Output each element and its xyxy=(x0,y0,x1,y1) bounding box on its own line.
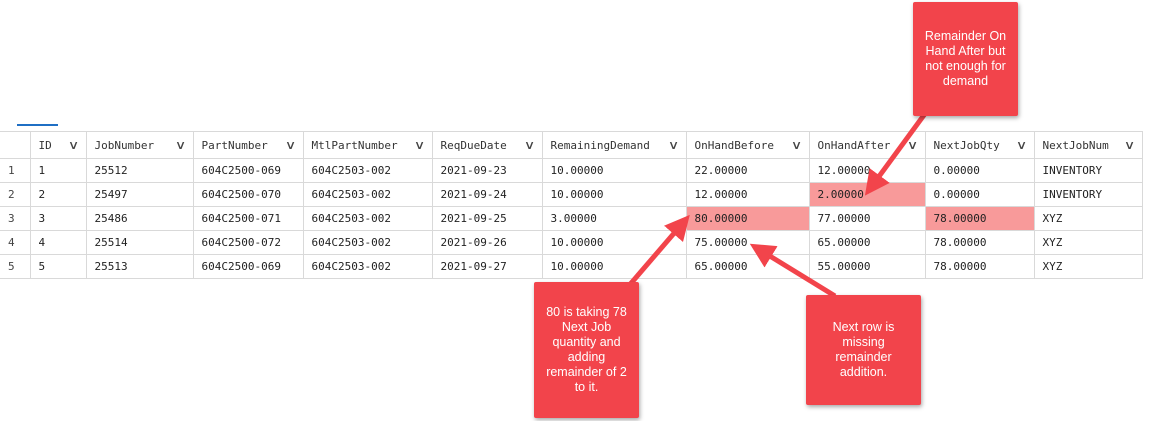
chevron-down-icon[interactable]: ∨ xyxy=(415,138,425,152)
cell-onhandafter[interactable]: 77.00000 xyxy=(809,206,926,231)
column-header-onhandbefore[interactable]: OnHandBefore ∨ xyxy=(686,131,810,159)
chevron-down-icon[interactable]: ∨ xyxy=(286,138,296,152)
table-row[interactable]: 3 3 25486 604C2500-071 604C2503-002 2021… xyxy=(0,206,1143,231)
cell-onhandbefore[interactable]: 12.00000 xyxy=(686,182,810,207)
column-header-onhandafter[interactable]: OnHandAfter ∨ xyxy=(809,131,926,159)
cell-mtlpartnumber[interactable]: 604C2503-002 xyxy=(303,206,433,231)
cell-jobnumber[interactable]: 25513 xyxy=(86,254,194,279)
cell-partnumber[interactable]: 604C2500-072 xyxy=(193,230,304,255)
column-header-label: OnHandAfter xyxy=(817,138,891,152)
cell-nextjobnum[interactable]: INVENTORY xyxy=(1034,182,1143,207)
cell-nextjobqty[interactable]: 0.00000 xyxy=(925,158,1035,183)
row-number: 4 xyxy=(0,230,31,255)
cell-nextjobnum[interactable]: XYZ xyxy=(1034,230,1143,255)
results-grid: ID ∨ JobNumber ∨ PartNumber ∨ MtlPartNumber… xyxy=(0,131,1143,279)
table-row[interactable]: 4 4 25514 604C2500-072 604C2503-002 2021… xyxy=(0,230,1143,255)
cell-partnumber[interactable]: 604C2500-071 xyxy=(193,206,304,231)
cell-onhandafter-highlighted[interactable]: 2.00000 xyxy=(809,182,926,207)
column-header-label: JobNumber xyxy=(94,138,155,152)
cell-nextjobnum[interactable]: XYZ xyxy=(1034,206,1143,231)
cell-nextjobqty[interactable]: 78.00000 xyxy=(925,230,1035,255)
row-number-header xyxy=(0,131,31,159)
callout-remainder-on-hand: Remainder On Hand After but not enough f… xyxy=(913,2,1018,116)
column-header-label: NextJobQty xyxy=(933,138,1000,152)
table-row[interactable]: 2 2 25497 604C2500-070 604C2503-002 2021… xyxy=(0,182,1143,207)
cell-jobnumber[interactable]: 25514 xyxy=(86,230,194,255)
column-header-label: NextJobNum xyxy=(1042,138,1109,152)
cell-nextjobnum[interactable]: XYZ xyxy=(1034,254,1143,279)
cell-onhandbefore[interactable]: 65.00000 xyxy=(686,254,810,279)
chevron-down-icon[interactable]: ∨ xyxy=(69,138,79,152)
chevron-down-icon[interactable]: ∨ xyxy=(908,138,918,152)
cell-id[interactable]: 3 xyxy=(30,206,87,231)
chevron-down-icon[interactable]: ∨ xyxy=(792,138,802,152)
chevron-down-icon[interactable]: ∨ xyxy=(1125,138,1135,152)
chevron-down-icon[interactable]: ∨ xyxy=(1017,138,1027,152)
cell-reqduedate[interactable]: 2021-09-24 xyxy=(432,182,543,207)
column-header-id[interactable]: ID ∨ xyxy=(30,131,87,159)
row-number: 5 xyxy=(0,254,31,279)
table-row[interactable]: 5 5 25513 604C2500-069 604C2503-002 2021… xyxy=(0,254,1143,279)
cell-nextjobqty[interactable]: 0.00000 xyxy=(925,182,1035,207)
column-header-label: ID xyxy=(38,138,52,152)
column-header-nextjobqty[interactable]: NextJobQty ∨ xyxy=(925,131,1035,159)
cell-nextjobqty-highlighted[interactable]: 78.00000 xyxy=(925,206,1035,231)
column-header-label: MtlPartNumber xyxy=(311,138,398,152)
row-number: 3 xyxy=(0,206,31,231)
callout-taking-next-job-qty: 80 is taking 78 Next Job quantity and ad… xyxy=(534,282,639,418)
cell-onhandafter[interactable]: 12.00000 xyxy=(809,158,926,183)
cell-mtlpartnumber[interactable]: 604C2503-002 xyxy=(303,254,433,279)
cell-onhandbefore[interactable]: 22.00000 xyxy=(686,158,810,183)
cell-onhandafter[interactable]: 55.00000 xyxy=(809,254,926,279)
cell-id[interactable]: 4 xyxy=(30,230,87,255)
cell-reqduedate[interactable]: 2021-09-26 xyxy=(432,230,543,255)
column-header-reqduedate[interactable]: ReqDueDate ∨ xyxy=(432,131,543,159)
callout-missing-remainder: Next row is missing remainder addition. xyxy=(806,295,921,405)
column-header-remainingdemand[interactable]: RemainingDemand ∨ xyxy=(542,131,687,159)
cell-id[interactable]: 5 xyxy=(30,254,87,279)
cell-id[interactable]: 1 xyxy=(30,158,87,183)
cell-remainingdemand[interactable]: 10.00000 xyxy=(542,230,687,255)
header-row: ID ∨ JobNumber ∨ PartNumber ∨ MtlPartNumber… xyxy=(0,131,1143,159)
cell-reqduedate[interactable]: 2021-09-27 xyxy=(432,254,543,279)
cell-jobnumber[interactable]: 25486 xyxy=(86,206,194,231)
column-header-label: RemainingDemand xyxy=(550,138,650,152)
column-header-mtlpartnumber[interactable]: MtlPartNumber ∨ xyxy=(303,131,433,159)
cell-remainingdemand[interactable]: 10.00000 xyxy=(542,182,687,207)
cell-reqduedate[interactable]: 2021-09-23 xyxy=(432,158,543,183)
cell-nextjobqty[interactable]: 78.00000 xyxy=(925,254,1035,279)
row-number: 1 xyxy=(0,158,31,183)
cell-remainingdemand[interactable]: 10.00000 xyxy=(542,158,687,183)
cell-jobnumber[interactable]: 25497 xyxy=(86,182,194,207)
cell-remainingdemand[interactable]: 10.00000 xyxy=(542,254,687,279)
cell-mtlpartnumber[interactable]: 604C2503-002 xyxy=(303,182,433,207)
cell-reqduedate[interactable]: 2021-09-25 xyxy=(432,206,543,231)
cell-onhandbefore-highlighted[interactable]: 80.00000 xyxy=(686,206,810,231)
cell-id[interactable]: 2 xyxy=(30,182,87,207)
column-header-label: PartNumber xyxy=(201,138,268,152)
row-number: 2 xyxy=(0,182,31,207)
cell-partnumber[interactable]: 604C2500-070 xyxy=(193,182,304,207)
cell-onhandbefore[interactable]: 75.00000 xyxy=(686,230,810,255)
chevron-down-icon[interactable]: ∨ xyxy=(525,138,535,152)
column-header-partnumber[interactable]: PartNumber ∨ xyxy=(193,131,304,159)
table-row[interactable]: 1 1 25512 604C2500-069 604C2503-002 2021… xyxy=(0,158,1143,183)
column-header-jobnumber[interactable]: JobNumber ∨ xyxy=(86,131,194,159)
cell-remainingdemand[interactable]: 3.00000 xyxy=(542,206,687,231)
cell-partnumber[interactable]: 604C2500-069 xyxy=(193,158,304,183)
active-tab-indicator xyxy=(17,124,58,126)
cell-mtlpartnumber[interactable]: 604C2503-002 xyxy=(303,158,433,183)
column-header-label: OnHandBefore xyxy=(694,138,774,152)
cell-nextjobnum[interactable]: INVENTORY xyxy=(1034,158,1143,183)
chevron-down-icon[interactable]: ∨ xyxy=(669,138,679,152)
cell-partnumber[interactable]: 604C2500-069 xyxy=(193,254,304,279)
column-header-nextjobnum[interactable]: NextJobNum ∨ xyxy=(1034,131,1143,159)
cell-mtlpartnumber[interactable]: 604C2503-002 xyxy=(303,230,433,255)
column-header-label: ReqDueDate xyxy=(440,138,507,152)
cell-jobnumber[interactable]: 25512 xyxy=(86,158,194,183)
cell-onhandafter[interactable]: 65.00000 xyxy=(809,230,926,255)
chevron-down-icon[interactable]: ∨ xyxy=(176,138,186,152)
